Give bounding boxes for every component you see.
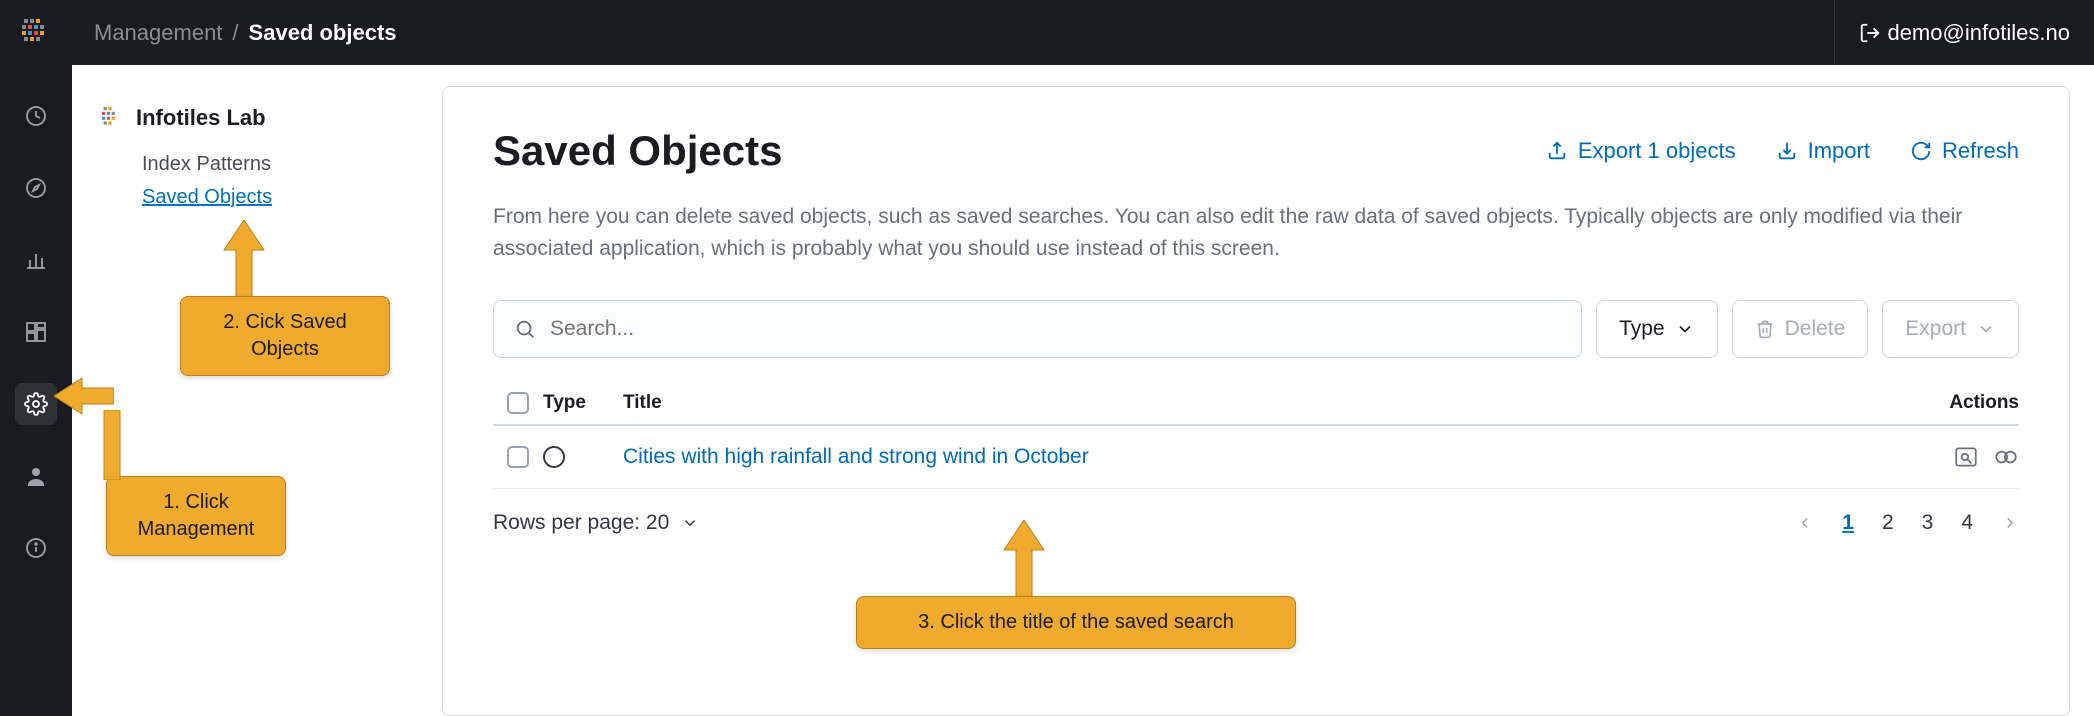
sidebar: Infotiles Lab Index Patterns Saved Objec… xyxy=(72,65,442,716)
search-icon xyxy=(514,318,536,340)
logout-icon xyxy=(1859,22,1881,44)
page-3[interactable]: 3 xyxy=(1922,511,1934,535)
search-box[interactable] xyxy=(493,300,1582,358)
col-header-type[interactable]: Type xyxy=(543,392,613,414)
main-header: Saved Objects Export 1 objects Import Re… xyxy=(493,127,2019,175)
chevron-down-icon xyxy=(1675,319,1695,339)
clock-icon xyxy=(24,104,48,128)
objects-table: Type Title Actions Cities with high rain… xyxy=(493,382,2019,489)
callout-1: 1. Click Management xyxy=(106,476,286,556)
page-title: Saved Objects xyxy=(493,127,782,175)
breadcrumb-root[interactable]: Management xyxy=(94,20,222,46)
refresh-icon xyxy=(1910,140,1932,162)
col-header-actions: Actions xyxy=(1899,392,2019,414)
page-1[interactable]: 1 xyxy=(1842,511,1854,535)
compass-icon xyxy=(24,176,48,200)
callout-3-arrow xyxy=(1000,520,1048,600)
refresh-label: Refresh xyxy=(1942,138,2019,164)
export-selected-label: Export xyxy=(1905,317,1966,341)
nav-info[interactable] xyxy=(15,527,57,569)
delete-button[interactable]: Delete xyxy=(1732,300,1869,358)
header-right: demo@infotiles.no xyxy=(1834,0,2094,65)
sidebar-link-index-patterns[interactable]: Index Patterns xyxy=(142,153,412,176)
type-filter-button[interactable]: Type xyxy=(1596,300,1718,358)
callout-1-text: 1. Click Management xyxy=(138,491,255,540)
relationships-icon[interactable] xyxy=(1993,444,2019,470)
user-email-text: demo@infotiles.no xyxy=(1887,20,2070,46)
rows-per-page-label: Rows per page: 20 xyxy=(493,511,669,535)
page-4[interactable]: 4 xyxy=(1961,511,1973,535)
refresh-button[interactable]: Refresh xyxy=(1910,138,2019,164)
row-select-cell xyxy=(493,446,543,468)
col-header-title[interactable]: Title xyxy=(613,392,1899,414)
dashboard-icon xyxy=(24,320,48,344)
page-2[interactable]: 2 xyxy=(1882,511,1894,535)
row-title-link[interactable]: Cities with high rainfall and strong win… xyxy=(623,445,1089,468)
row-actions xyxy=(1899,444,2019,470)
breadcrumb-separator: / xyxy=(232,20,238,46)
import-button[interactable]: Import xyxy=(1776,138,1870,164)
breadcrumb: Management / Saved objects xyxy=(72,20,397,46)
sidebar-link-saved-objects[interactable]: Saved Objects xyxy=(142,186,412,209)
row-type-cell xyxy=(543,446,613,468)
bar-chart-icon xyxy=(24,248,48,272)
user-account[interactable]: demo@infotiles.no xyxy=(1835,20,2094,46)
type-filter-label: Type xyxy=(1619,317,1665,341)
info-icon xyxy=(24,536,48,560)
nav-visualize[interactable] xyxy=(15,239,57,281)
export-objects-button[interactable]: Export 1 objects xyxy=(1546,138,1736,164)
chevron-down-icon xyxy=(681,514,699,532)
page-description: From here you can delete saved objects, … xyxy=(493,201,1963,264)
search-input[interactable] xyxy=(550,317,1561,341)
row-checkbox[interactable] xyxy=(507,446,529,468)
inspect-icon[interactable] xyxy=(1953,444,1979,470)
row-title-cell: Cities with high rainfall and strong win… xyxy=(613,445,1899,469)
callout-3-text: 3. Click the title of the saved search xyxy=(918,611,1234,633)
nav-management[interactable] xyxy=(15,383,57,425)
pagination: 1 2 3 4 xyxy=(1796,511,2019,535)
breadcrumb-current: Saved objects xyxy=(249,20,397,46)
table-header: Type Title Actions xyxy=(493,382,2019,426)
chevron-down-icon xyxy=(1976,319,1996,339)
callout-2-text: 2. Cick Saved Objects xyxy=(223,311,346,360)
nav-recent[interactable] xyxy=(15,95,57,137)
select-all-checkbox[interactable] xyxy=(507,392,529,414)
gear-icon xyxy=(24,392,48,416)
table-row: Cities with high rainfall and strong win… xyxy=(493,426,2019,489)
export-objects-label: Export 1 objects xyxy=(1578,138,1736,164)
export-selected-button[interactable]: Export xyxy=(1882,300,2019,358)
select-all-cell xyxy=(493,392,543,414)
import-icon xyxy=(1776,140,1798,162)
callout-2: 2. Cick Saved Objects xyxy=(180,296,390,376)
nav-dashboard[interactable] xyxy=(15,311,57,353)
user-icon xyxy=(24,464,48,488)
callout-3: 3. Click the title of the saved search xyxy=(856,596,1296,649)
callout-2-arrow xyxy=(220,220,268,300)
import-label: Import xyxy=(1808,138,1870,164)
sidebar-logo-icon xyxy=(102,107,124,129)
export-icon xyxy=(1546,140,1568,162)
sidebar-links: Index Patterns Saved Objects xyxy=(102,153,412,209)
prev-page-icon[interactable] xyxy=(1796,514,1814,532)
trash-icon xyxy=(1755,319,1775,339)
nav-discover[interactable] xyxy=(15,167,57,209)
delete-label: Delete xyxy=(1785,317,1846,341)
nav-security[interactable] xyxy=(15,455,57,497)
table-footer: Rows per page: 20 1 2 3 4 xyxy=(493,511,2019,535)
logo-dots-icon xyxy=(22,19,50,47)
next-page-icon[interactable] xyxy=(2001,514,2019,532)
rows-per-page[interactable]: Rows per page: 20 xyxy=(493,511,699,535)
callout-1-connector xyxy=(88,410,136,480)
header-actions: Export 1 objects Import Refresh xyxy=(1546,138,2019,164)
search-object-type-icon xyxy=(543,446,565,468)
app-logo[interactable] xyxy=(0,0,72,65)
sidebar-title-row: Infotiles Lab xyxy=(102,105,412,131)
top-header: Management / Saved objects demo@infotile… xyxy=(0,0,2094,65)
sidebar-title: Infotiles Lab xyxy=(136,105,266,131)
toolbar: Type Delete Export xyxy=(493,300,2019,358)
